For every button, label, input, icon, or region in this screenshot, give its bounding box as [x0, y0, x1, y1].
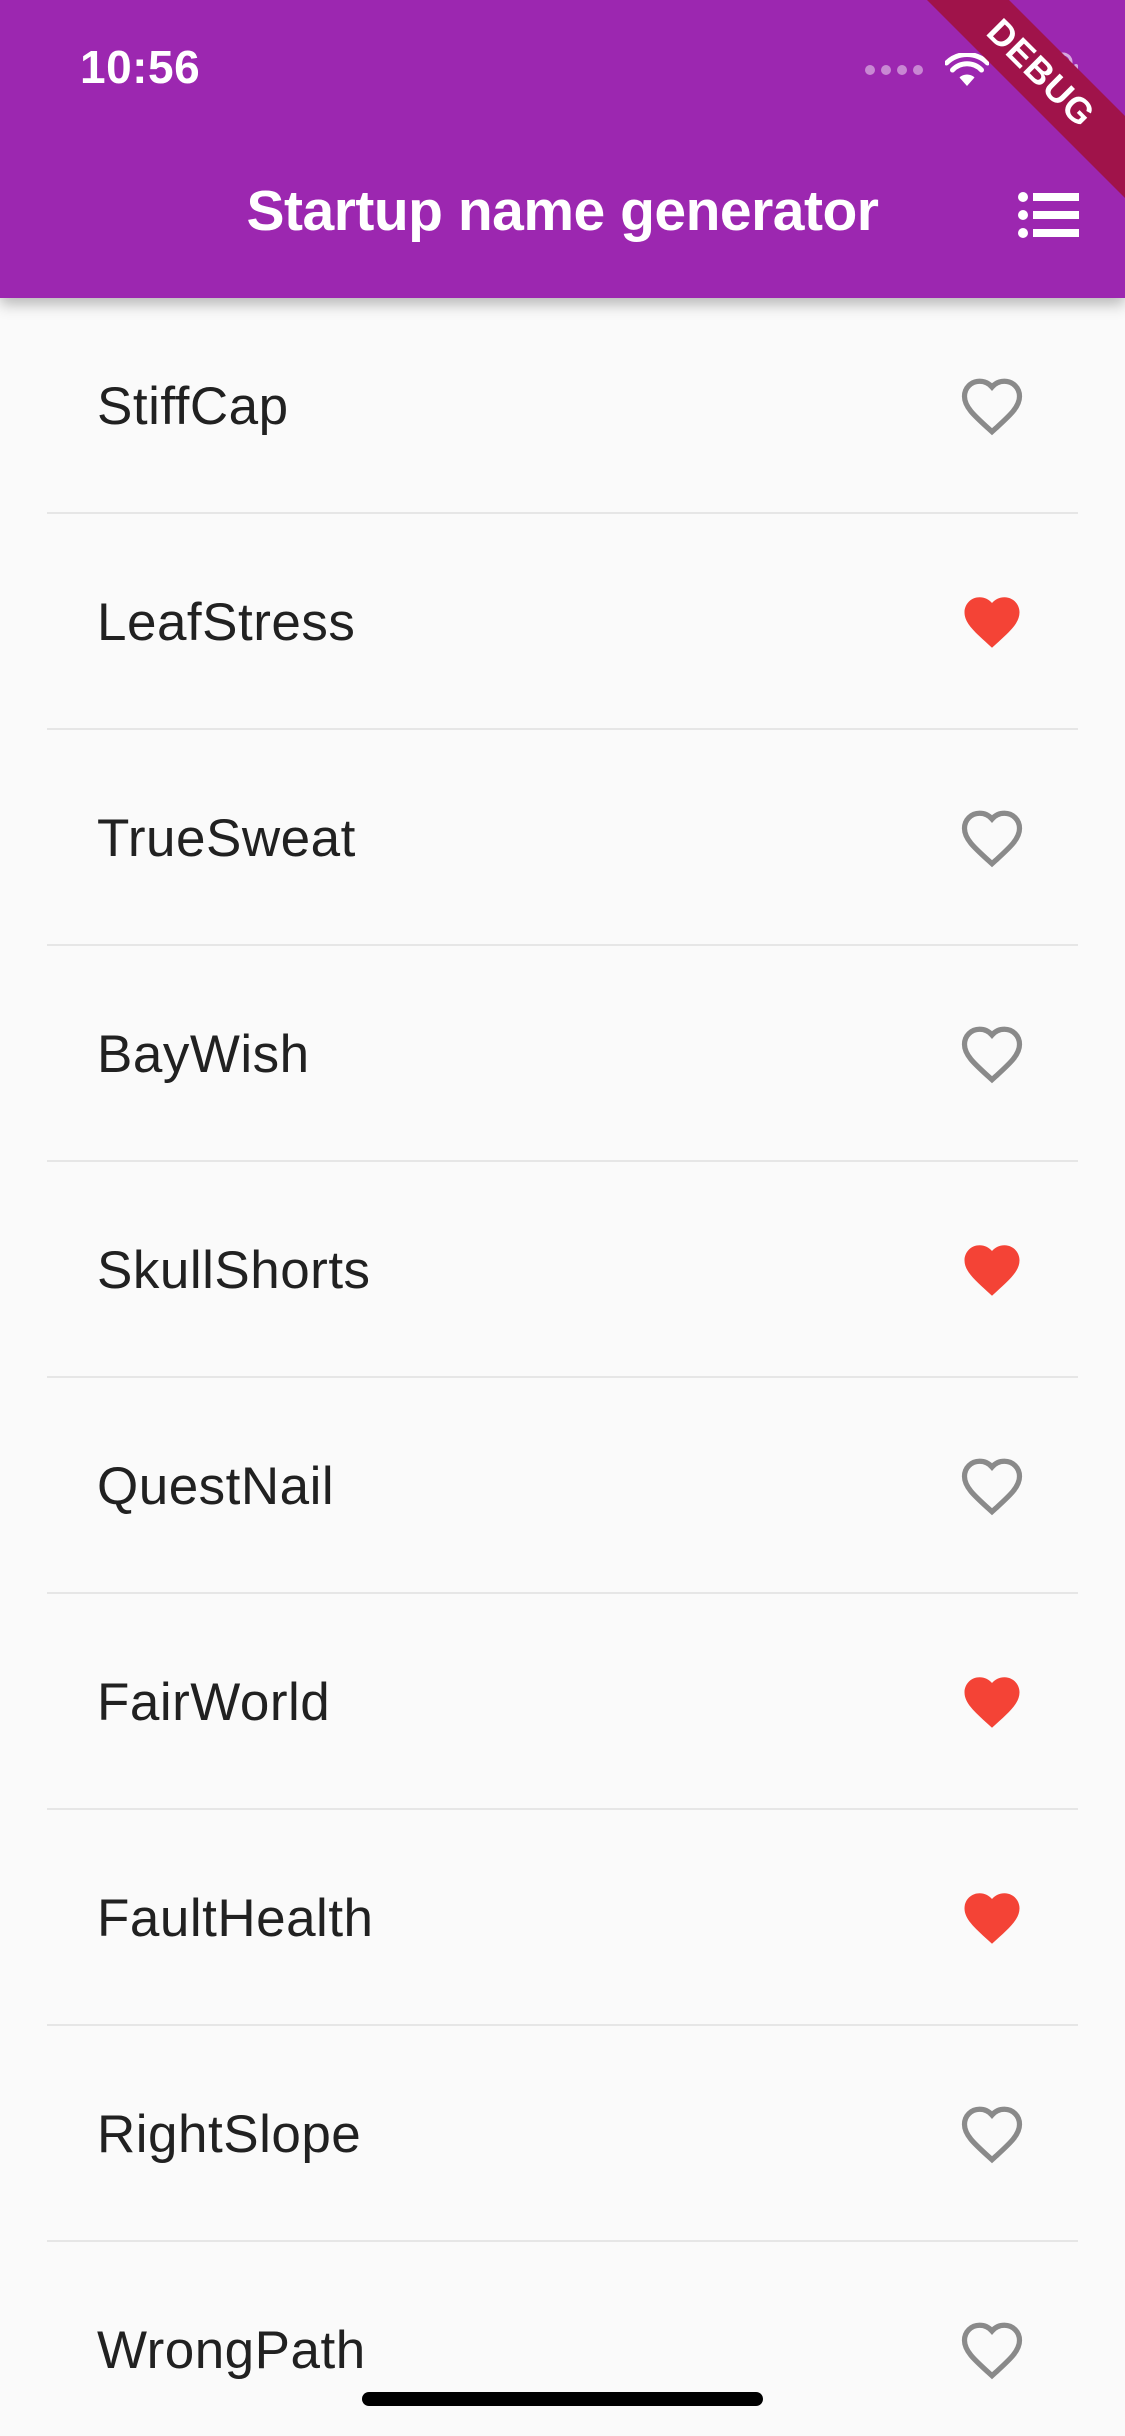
favorite-border-icon[interactable]	[959, 373, 1025, 439]
page-title: Startup name generator	[246, 179, 879, 243]
list-item[interactable]: FaultHealth	[0, 1810, 1125, 2026]
cellular-signal-icon	[865, 65, 923, 75]
startup-name: LeafStress	[97, 592, 356, 652]
list-item[interactable]: RightSlope	[0, 2026, 1125, 2242]
list-item[interactable]: StiffCap	[0, 298, 1125, 514]
favorite-border-icon[interactable]	[959, 1021, 1025, 1087]
list-item[interactable]: TrueSweat	[0, 730, 1125, 946]
startup-name: WrongPath	[97, 2320, 366, 2380]
startup-name: FaultHealth	[97, 1888, 374, 1948]
list-item[interactable]: SkullShorts	[0, 1162, 1125, 1378]
startup-name: SkullShorts	[97, 1240, 371, 1300]
app-bar: 10:56 Startup name generator DEBUG	[0, 0, 1125, 298]
startup-name: BayWish	[97, 1024, 310, 1084]
startup-name: QuestNail	[97, 1456, 335, 1516]
startup-name: StiffCap	[97, 376, 289, 436]
list-item[interactable]: BayWish	[0, 946, 1125, 1162]
list-item[interactable]: FairWorld	[0, 1594, 1125, 1810]
favorite-border-icon[interactable]	[959, 2317, 1025, 2383]
wifi-icon	[945, 53, 989, 86]
startup-name: FairWorld	[97, 1672, 331, 1732]
home-indicator[interactable]	[362, 2392, 763, 2406]
status-time: 10:56	[80, 41, 201, 93]
favorite-icon[interactable]	[959, 1885, 1025, 1951]
favorite-border-icon[interactable]	[959, 805, 1025, 871]
favorite-icon[interactable]	[959, 1669, 1025, 1735]
favorite-icon[interactable]	[959, 589, 1025, 655]
startup-name: RightSlope	[97, 2104, 362, 2164]
list-icon[interactable]	[1017, 188, 1081, 242]
favorite-border-icon[interactable]	[959, 2101, 1025, 2167]
favorite-border-icon[interactable]	[959, 1453, 1025, 1519]
favorite-icon[interactable]	[959, 1237, 1025, 1303]
startup-name: TrueSweat	[97, 808, 356, 868]
list-item[interactable]: LeafStress	[0, 514, 1125, 730]
list-item[interactable]: QuestNail	[0, 1378, 1125, 1594]
suggestion-list: StiffCap LeafStress TrueSweat BayWish SkullS…	[0, 298, 1125, 2436]
list-item[interactable]: WrongPath	[0, 2242, 1125, 2436]
